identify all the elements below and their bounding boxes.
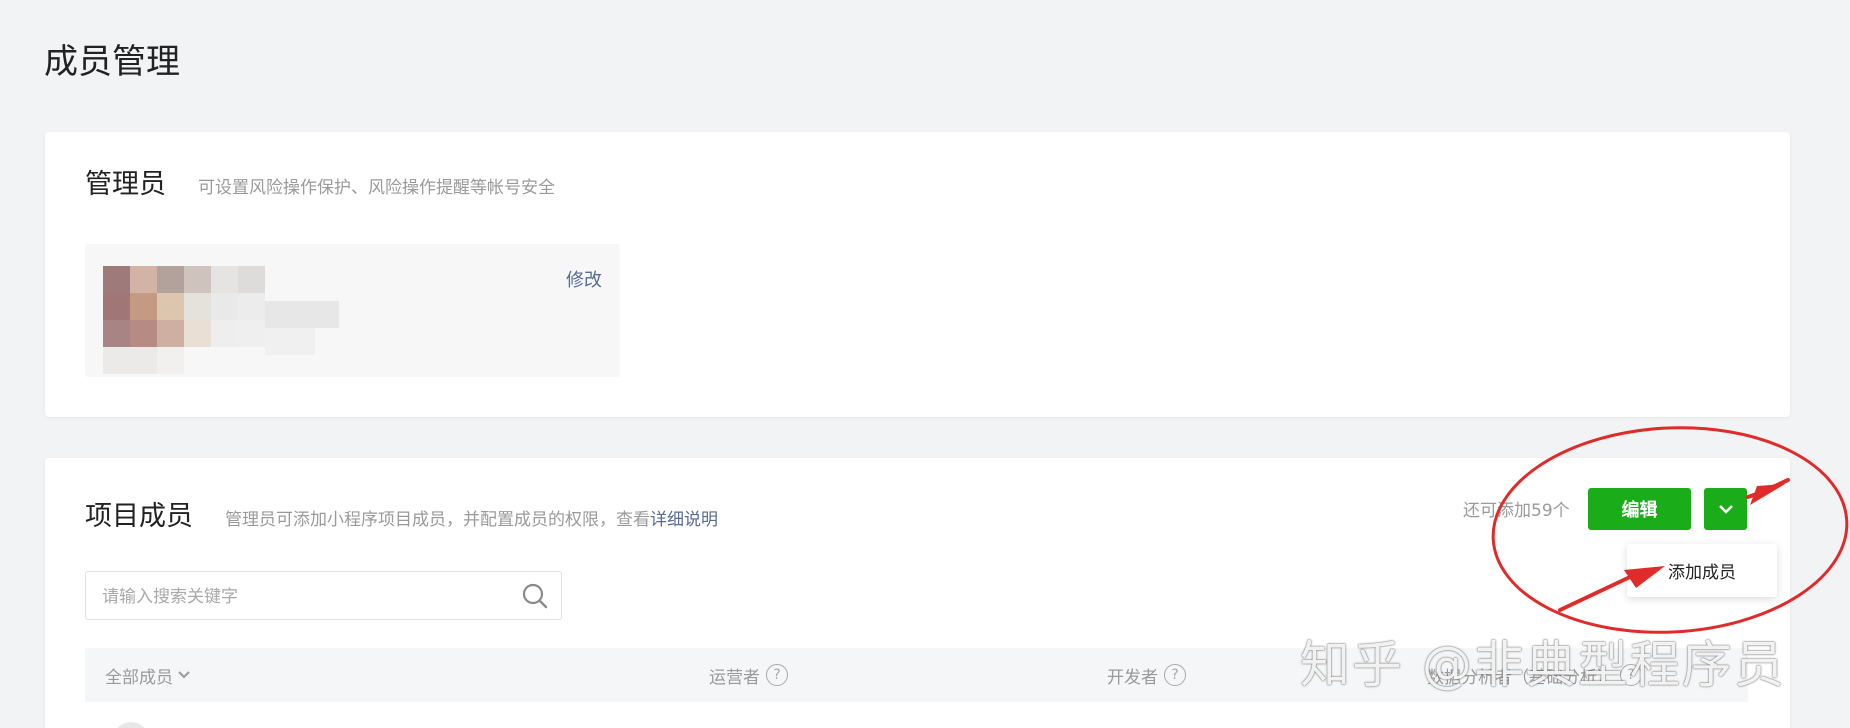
admin-avatar-blurred <box>103 256 383 376</box>
search-icon[interactable] <box>521 582 549 610</box>
chevron-down-icon <box>178 671 190 679</box>
chevron-down-icon <box>1718 505 1733 514</box>
help-icon[interactable]: ? <box>1164 664 1186 686</box>
members-card-header: 项目成员 管理员可添加小程序项目成员，并配置成员的权限，查看详细说明 <box>85 494 718 533</box>
help-icon[interactable]: ? <box>766 664 788 686</box>
quota-text: 还可添加59个 <box>1463 501 1570 521</box>
dropdown-toggle-button[interactable] <box>1704 488 1747 530</box>
members-description-text: 管理员可添加小程序项目成员，并配置成员的权限，查看 <box>225 510 650 530</box>
page-title: 成员管理 <box>44 42 180 82</box>
add-member-menu-item[interactable]: 添加成员 <box>1668 558 1736 583</box>
filter-all-members[interactable]: 全部成员 <box>105 648 191 702</box>
admin-card-header: 管理员 可设置风险操作保护、风险操作提醒等帐号安全 <box>85 162 555 201</box>
column-operator: 运营者 ? <box>709 648 788 702</box>
member-management-page: 成员管理 管理员 可设置风险操作保护、风险操作提醒等帐号安全 修改 项目成员 管… <box>0 0 1850 728</box>
all-members-label: 全部成员 <box>105 667 173 688</box>
search-box <box>85 571 562 621</box>
admin-card-description: 可设置风险操作保护、风险操作提醒等帐号安全 <box>198 178 555 198</box>
members-card-description: 管理员可添加小程序项目成员，并配置成员的权限，查看详细说明 <box>225 505 718 530</box>
developer-label: 开发者 <box>1107 667 1158 688</box>
watermark: 知乎 @非典型程序员 <box>1300 636 1786 694</box>
admin-card-title: 管理员 <box>85 169 166 200</box>
operator-label: 运营者 <box>709 667 760 688</box>
admin-info-box: 修改 <box>85 244 620 377</box>
details-link[interactable]: 详细说明 <box>650 510 718 530</box>
search-input[interactable] <box>100 572 504 621</box>
column-developer: 开发者 ? <box>1107 648 1186 702</box>
edit-button[interactable]: 编辑 <box>1588 488 1691 530</box>
members-card-title: 项目成员 <box>85 501 193 532</box>
modify-admin-link[interactable]: 修改 <box>566 266 602 292</box>
member-avatar <box>113 722 149 728</box>
admin-card: 管理员 可设置风险操作保护、风险操作提醒等帐号安全 修改 <box>45 132 1790 417</box>
dropdown-menu: 添加成员 <box>1627 544 1777 597</box>
